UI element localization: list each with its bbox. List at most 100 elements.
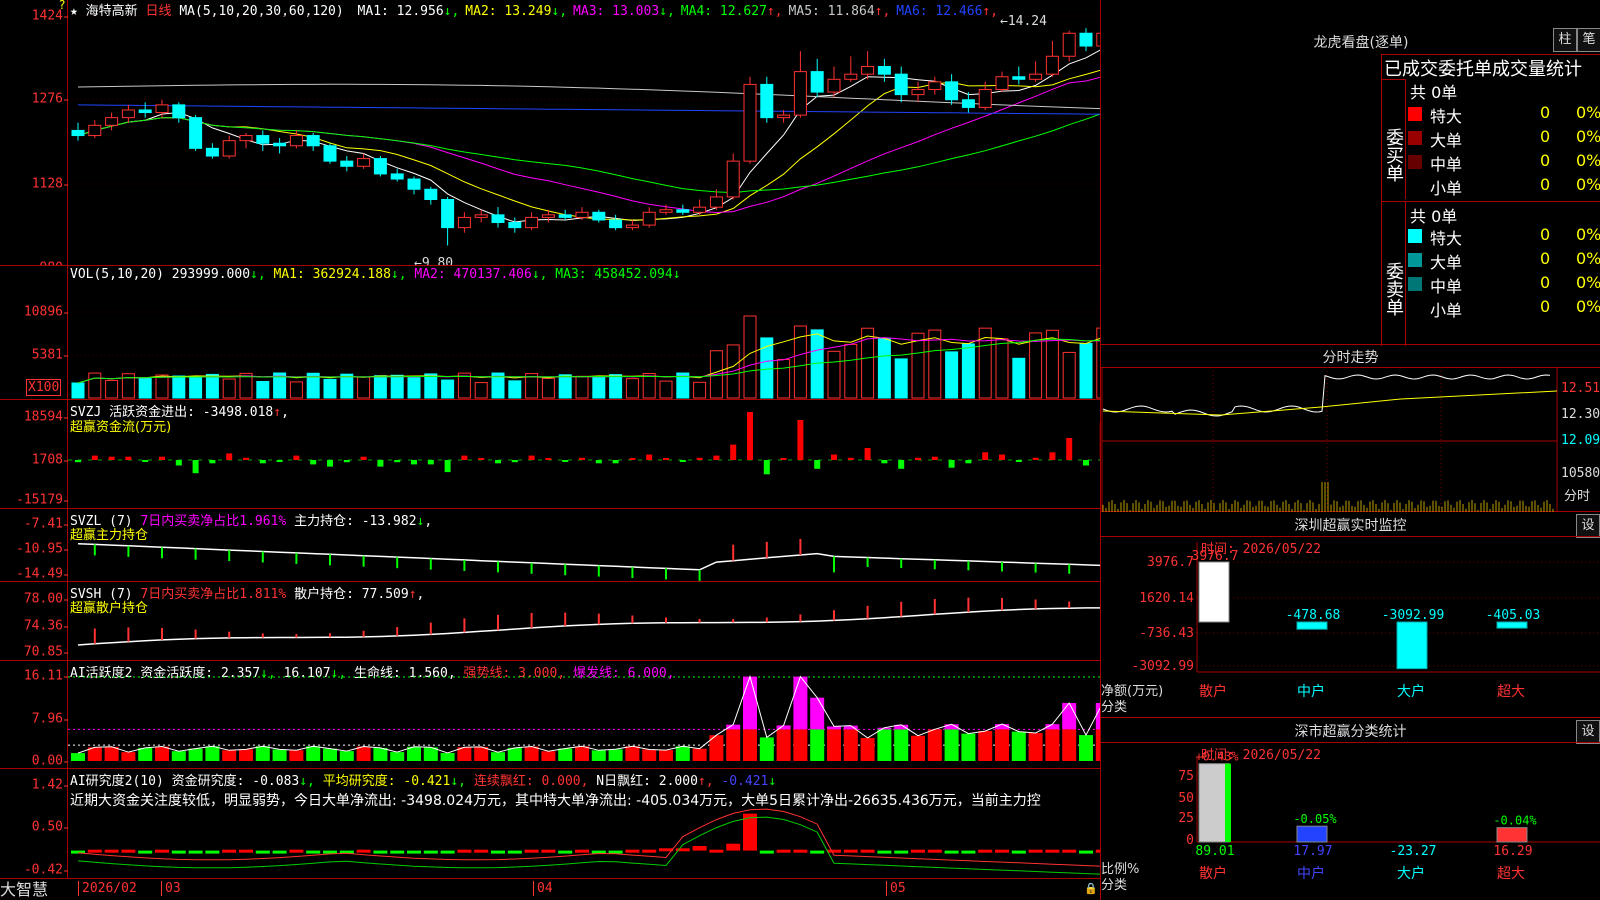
research-bar — [205, 850, 220, 854]
candlestick-chart[interactable] — [0, 0, 1100, 266]
bar-mode-button[interactable]: 柱 — [1553, 28, 1577, 52]
flow-bar — [847, 457, 854, 460]
activity-bar — [491, 752, 505, 761]
svzl-panel[interactable]: -7.41 -10.95 -14.49 SVZL (7) 7日内买卖净占比1.9… — [0, 509, 1100, 582]
ss-chart[interactable]: 75 50 25 0 +0.43% 89.01 -0.05% 17.97 -23.27 -0.04… — [1101, 718, 1600, 900]
candle — [256, 130, 270, 151]
volume-bar — [373, 375, 387, 399]
intraday-tick: 12.30 — [1561, 407, 1600, 422]
flow-bar — [696, 457, 703, 460]
volume-bar — [508, 380, 522, 399]
research-bar — [155, 849, 169, 853]
candle — [693, 199, 707, 215]
activity-bar — [407, 746, 421, 761]
candle — [810, 58, 824, 98]
candle-body — [508, 222, 522, 229]
candle — [961, 92, 975, 113]
research-bar — [423, 850, 438, 854]
volume-bar — [592, 376, 606, 399]
candle — [525, 212, 539, 231]
intraday-label: 分时 — [1564, 489, 1591, 504]
research-bar — [474, 849, 489, 853]
candle — [222, 135, 236, 159]
date-label: 04 — [533, 881, 553, 896]
candle-body — [625, 224, 639, 229]
ai-research-panel[interactable]: 1.42 0.50 -0.42 AI研究度2(10) 资金研究度: -0.083… — [0, 769, 1100, 878]
lock-icon[interactable]: 🔒 — [1084, 882, 1098, 895]
research-bar — [625, 849, 640, 853]
flow-bar — [394, 460, 401, 463]
volume-bar — [995, 338, 1009, 399]
intraday-panel[interactable]: 分时走势 12.51 12.30 12.09 10580 分时 — [1101, 345, 1600, 512]
candle-body — [138, 109, 152, 114]
row-name: 中单 — [1430, 155, 1463, 174]
intraday-chart[interactable] — [1101, 367, 1600, 512]
activity-bar — [692, 748, 707, 761]
candle-body — [121, 109, 135, 119]
tick-mode-button[interactable]: 笔 — [1577, 28, 1600, 52]
volume-bar — [945, 351, 959, 399]
activity-bar — [222, 750, 237, 761]
activity-bar — [978, 731, 993, 761]
ai-activity-chart[interactable] — [0, 661, 1100, 769]
research-bar — [1062, 849, 1077, 853]
sz-chart[interactable]: 3976.7 1620.14 -736.43 -3092.99 3976.7 -478.6… — [1101, 512, 1600, 718]
sz-category: 超大 — [1497, 684, 1525, 700]
row-name: 小单 — [1430, 179, 1463, 198]
research-bar — [171, 850, 186, 854]
svzj-chart[interactable] — [0, 400, 1100, 509]
candle — [1062, 30, 1076, 62]
sz-monitor-panel[interactable]: 深圳超赢实时监控 设 时间: 2026/05/22 3976.7 1620.14-… — [1101, 512, 1600, 718]
candle — [138, 102, 152, 118]
svsh-chart[interactable] — [0, 582, 1100, 661]
ss-stat-panel[interactable]: 深市超赢分类统计 设 时间: 2026/05/22 75 50 25 0 +0.43% 8… — [1101, 718, 1600, 900]
sz-value-label: -478.68 — [1286, 608, 1341, 623]
activity-bar — [373, 747, 388, 761]
ss-change-label: +0.43% — [1195, 750, 1239, 764]
research-bar — [911, 849, 925, 853]
candle-body — [105, 117, 119, 126]
ai-activity-panel[interactable]: 16.11 7.96 0.00 AI活跃度2 资金活跃度: 2.357↓, 16… — [0, 661, 1100, 769]
main-hold-line — [77, 542, 1100, 571]
row-name: 中单 — [1430, 277, 1463, 296]
candle-body — [424, 188, 438, 200]
activity-peak — [793, 676, 808, 730]
candle-body — [810, 71, 824, 93]
svzl-chart[interactable] — [0, 509, 1100, 582]
row-name: 小单 — [1430, 301, 1463, 320]
candle-body — [172, 104, 186, 119]
candle — [340, 156, 354, 172]
sz-bar — [1296, 621, 1328, 630]
research-bar — [255, 850, 270, 854]
volume-bar — [693, 381, 707, 399]
candle — [441, 196, 455, 246]
research-bar — [843, 849, 858, 853]
row-name: 特大 — [1430, 229, 1463, 248]
flow-bar — [663, 458, 669, 460]
flow-bar — [427, 460, 434, 465]
activity-bar — [1045, 729, 1060, 761]
candle-body — [407, 178, 421, 190]
main-chart-area[interactable]: 1424 1276 1128 980 ? ★ 海特高新 日线 MA(5,10,2… — [0, 0, 1100, 900]
research-bar — [558, 850, 573, 854]
lhb-table: 已成交委托单成交量统计 委买单 委卖单 共 0单 特大 0 0% 大单 0 0% 中单 0 0%… — [1381, 54, 1600, 346]
ai-research-chart[interactable] — [0, 769, 1100, 878]
svsh-panel[interactable]: 78.00 74.36 70.85 SVSH (7) 7日内买卖净占比1.811… — [0, 582, 1100, 661]
candlestick-panel[interactable]: 1424 1276 1128 980 ? ★ 海特高新 日线 MA(5,10,2… — [0, 0, 1100, 266]
intraday-tick: 12.09 — [1561, 433, 1600, 448]
volume-panel[interactable]: 10896 5381 X100 VOL(5,10,20) 293999.000↓… — [0, 266, 1100, 400]
date-label: 03 — [161, 881, 181, 896]
svzj-panel[interactable]: 18594 1708 -15179 SVZJ 活跃资金进出: -3498.018… — [0, 400, 1100, 509]
ss-change-label: -0.04% — [1493, 814, 1537, 828]
research-bar — [927, 849, 942, 853]
research-bar — [978, 849, 993, 853]
candle — [172, 102, 186, 123]
candle-body — [541, 214, 555, 218]
candle-body — [827, 78, 841, 93]
volume-chart[interactable] — [0, 266, 1100, 400]
flow-bar — [226, 453, 233, 460]
candle-body — [390, 173, 404, 180]
research-bar — [289, 849, 304, 853]
activity-bar — [71, 753, 85, 761]
ma10-line — [77, 69, 1100, 221]
